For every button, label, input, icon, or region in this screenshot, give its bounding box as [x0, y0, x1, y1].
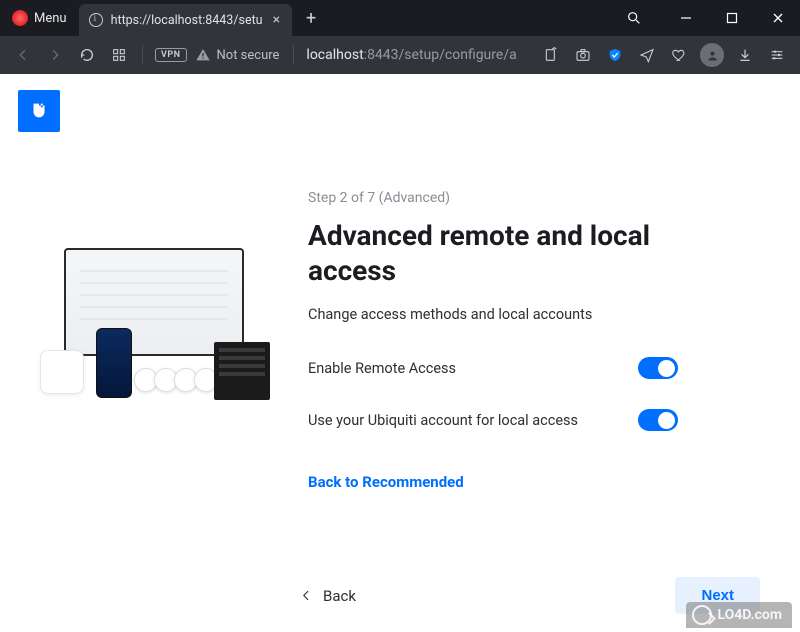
- page-title: Advanced remote and local access: [308, 218, 688, 288]
- camera-icon: [575, 47, 591, 63]
- nav-back-button[interactable]: [8, 40, 38, 70]
- profile-button[interactable]: [700, 43, 724, 67]
- security-indicator[interactable]: Not secure: [193, 47, 286, 63]
- toolbar: VPN Not secure localhost:8443/setup/conf…: [0, 36, 800, 74]
- minimize-icon: [680, 12, 692, 24]
- back-button[interactable]: Back: [300, 587, 356, 605]
- send-button[interactable]: [632, 40, 662, 70]
- opera-menu-button[interactable]: Menu: [0, 0, 79, 36]
- setup-area: Step 2 of 7 (Advanced) Advanced remote a…: [18, 132, 782, 491]
- shield-check-icon: [607, 47, 623, 63]
- send-icon: [639, 47, 655, 63]
- nav-forward-button[interactable]: [40, 40, 70, 70]
- maximize-icon: [726, 12, 738, 24]
- watermark-text: LO4D.com: [718, 607, 783, 623]
- vpn-badge[interactable]: VPN: [155, 48, 187, 62]
- downloads-button[interactable]: [730, 40, 760, 70]
- user-icon: [705, 48, 720, 63]
- address-bar[interactable]: localhost:8443/setup/configure/a: [302, 47, 534, 63]
- new-tab-button[interactable]: +: [292, 8, 330, 29]
- setup-form: Step 2 of 7 (Advanced) Advanced remote a…: [308, 182, 760, 491]
- ubiquiti-u-icon: [28, 100, 50, 122]
- tab-title: https://localhost:8443/setu: [111, 13, 263, 28]
- toggle-label: Enable Remote Access: [308, 360, 456, 377]
- address-path: :8443/setup/configure/a: [364, 47, 517, 63]
- step-indicator: Step 2 of 7 (Advanced): [308, 190, 760, 206]
- snapshot-button[interactable]: [568, 40, 598, 70]
- speed-dial-button[interactable]: [104, 40, 134, 70]
- reload-icon: [79, 47, 95, 63]
- warning-icon: [195, 47, 211, 63]
- reload-button[interactable]: [72, 40, 102, 70]
- maximize-button[interactable]: [710, 0, 754, 36]
- back-label: Back: [323, 587, 356, 605]
- search-icon: [626, 10, 642, 26]
- heart-button[interactable]: [664, 40, 694, 70]
- toggle-label: Use your Ubiquiti account for local acce…: [308, 412, 578, 429]
- grid-icon: [111, 47, 127, 63]
- close-icon: [772, 12, 784, 24]
- chevron-left-icon: [15, 47, 31, 63]
- back-to-recommended-link[interactable]: Back to Recommended: [308, 473, 464, 491]
- toggle-row-remote-access: Enable Remote Access: [308, 357, 678, 379]
- chevron-right-icon: [47, 47, 63, 63]
- browser-chrome: Menu https://localhost:8443/setu × +: [0, 0, 800, 74]
- magnify-icon: [692, 605, 712, 625]
- chevron-left-icon: [300, 589, 313, 602]
- heart-icon: [671, 47, 687, 63]
- page-subtitle: Change access methods and local accounts: [308, 306, 760, 323]
- not-secure-label: Not secure: [217, 48, 280, 63]
- minimize-button[interactable]: [664, 0, 708, 36]
- ubiquiti-account-toggle[interactable]: [638, 409, 678, 431]
- bookmark-button[interactable]: [536, 40, 566, 70]
- address-host: localhost: [306, 47, 363, 63]
- search-button[interactable]: [612, 0, 656, 36]
- watermark: LO4D.com: [686, 602, 793, 628]
- remote-access-toggle[interactable]: [638, 357, 678, 379]
- close-tab-icon[interactable]: ×: [271, 12, 282, 28]
- info-icon: [89, 13, 103, 27]
- bookmark-add-icon: [543, 47, 559, 63]
- toggle-row-ubiquiti-account: Use your Ubiquiti account for local acce…: [308, 409, 678, 431]
- titlebar: Menu https://localhost:8443/setu × +: [0, 0, 800, 36]
- sliders-icon: [769, 47, 785, 63]
- ubiquiti-logo[interactable]: [18, 90, 60, 132]
- download-icon: [737, 47, 753, 63]
- page-content: Step 2 of 7 (Advanced) Advanced remote a…: [0, 74, 800, 632]
- close-window-button[interactable]: [756, 0, 800, 36]
- browser-tab[interactable]: https://localhost:8443/setu ×: [79, 4, 292, 36]
- window-controls: [664, 0, 800, 36]
- adblock-button[interactable]: [600, 40, 630, 70]
- product-hero-image: [40, 240, 270, 400]
- opera-icon: [12, 10, 28, 26]
- menu-label: Menu: [34, 11, 67, 26]
- easy-setup-button[interactable]: [762, 40, 792, 70]
